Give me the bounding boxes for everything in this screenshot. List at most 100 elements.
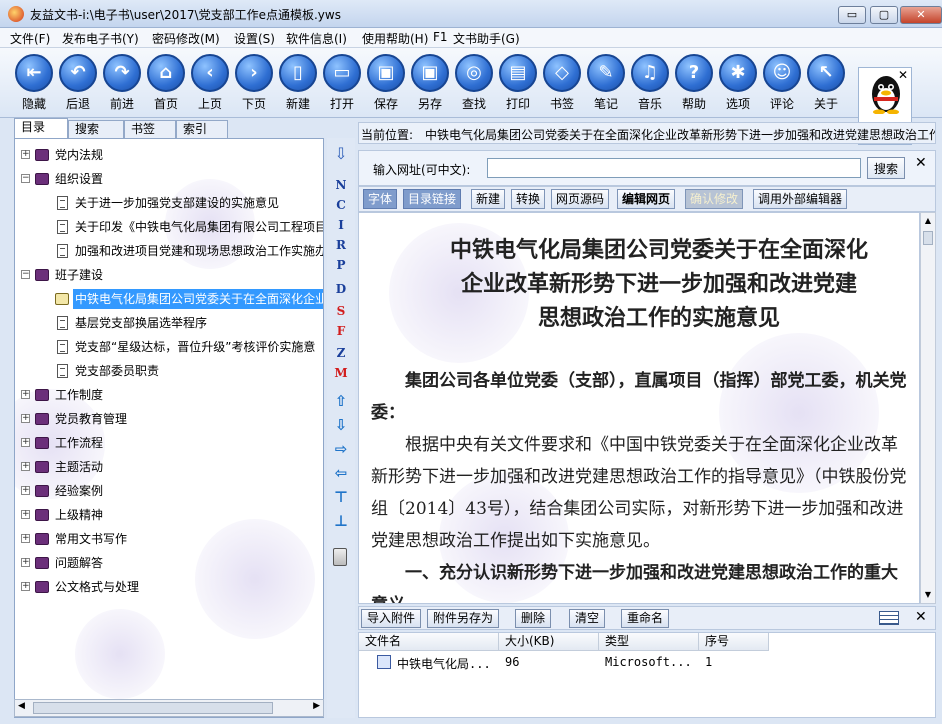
side-format-p[interactable]: P xyxy=(327,258,355,272)
maximize-button[interactable]: ▢ xyxy=(870,6,898,24)
column-header-index[interactable]: 序号 xyxy=(699,633,769,651)
expand-toggle-icon[interactable]: + xyxy=(21,510,30,519)
menu-file[interactable]: 文件(F) xyxy=(10,30,50,47)
tab-search[interactable]: 搜索 xyxy=(68,120,124,138)
document-view[interactable]: 中铁电气化局集团公司党委关于在全面深化 企业改革新形势下进一步加强和改进党建 思… xyxy=(358,212,920,604)
toolbar-comment-button[interactable]: ☺ 评论 xyxy=(760,52,804,114)
menu-settings[interactable]: 设置(S) xyxy=(234,30,275,47)
toolbar-forward-button[interactable]: ↷ 前进 xyxy=(100,52,144,114)
scrollbar-thumb[interactable] xyxy=(923,231,933,245)
font-button[interactable]: 字体 xyxy=(363,189,398,209)
toolbar-bookmark-button[interactable]: ◇ 书签 xyxy=(540,52,584,114)
tab-bookmarks[interactable]: 书签 xyxy=(124,120,176,138)
toolbar-save-button[interactable]: ▣ 保存 xyxy=(364,52,408,114)
side-format-m[interactable]: M xyxy=(327,366,355,380)
tab-index[interactable]: 索引 xyxy=(176,120,228,138)
side-format-f[interactable]: F xyxy=(327,324,355,338)
toolbar-prev-page-button[interactable]: ‹ 上页 xyxy=(188,52,232,114)
menu-software-info[interactable]: 软件信息(I) xyxy=(286,30,347,47)
side-format-c[interactable]: C xyxy=(327,198,355,212)
move-bottom-icon[interactable]: ⊥ xyxy=(327,512,355,530)
minimize-button[interactable]: ▭ xyxy=(838,6,866,24)
toolbar-about-button[interactable]: ↖ 关于 xyxy=(804,52,848,114)
scroll-left-arrow-icon[interactable]: ◀ xyxy=(18,701,25,711)
side-format-r[interactable]: R xyxy=(327,238,355,252)
toolbar-back-button[interactable]: ↶ 后退 xyxy=(56,52,100,114)
column-header-size[interactable]: 大小(KB) xyxy=(499,633,599,651)
tab-contents[interactable]: 目录 xyxy=(14,118,68,138)
move-top-icon[interactable]: ⊤ xyxy=(327,488,355,506)
menu-writing-assistant[interactable]: 文书助手(G) xyxy=(453,30,520,47)
collapse-toggle-icon[interactable]: − xyxy=(21,270,30,279)
menu-publish-ebook[interactable]: 发布电子书(Y) xyxy=(62,30,139,47)
scrollbar-thumb[interactable] xyxy=(33,702,273,714)
rename-attachment-button[interactable]: 重命名 xyxy=(621,609,670,628)
arrow-up-icon[interactable]: ⇧ xyxy=(327,392,355,410)
toolbar-next-page-button[interactable]: › 下页 xyxy=(232,52,276,114)
expand-toggle-icon[interactable]: + xyxy=(21,438,30,447)
toolbar-save-as-button[interactable]: ▣ 另存 xyxy=(408,52,452,114)
toolbar-find-button[interactable]: ◎ 查找 xyxy=(452,52,496,114)
menu-help[interactable]: 使用帮助(H) xyxy=(362,30,428,47)
menu-password[interactable]: 密码修改(M) xyxy=(152,30,220,47)
arrow-right-icon[interactable]: ⇨ xyxy=(327,440,355,458)
arrow-left-icon[interactable]: ⇦ xyxy=(327,464,355,482)
toolbar-print-button[interactable]: ▤ 打印 xyxy=(496,52,540,114)
toolbar-open-button[interactable]: ▭ 打开 xyxy=(320,52,364,114)
import-attachment-button[interactable]: 导入附件 xyxy=(361,609,422,628)
attachment-close-icon[interactable]: ✕ xyxy=(915,609,927,625)
page-source-button[interactable]: 网页源码 xyxy=(551,189,610,209)
current-location-bar: 当前位置: 中铁电气化局集团公司党委关于在全面深化企业改革新形势下进一步加强和改… xyxy=(358,122,936,144)
toolbar-music-button[interactable]: ♫ 音乐 xyxy=(628,52,672,114)
arrow-down-icon[interactable]: ⇩ xyxy=(327,416,355,434)
expand-toggle-icon[interactable]: + xyxy=(21,486,30,495)
expand-toggle-icon[interactable]: + xyxy=(21,150,30,159)
tree-horizontal-scrollbar[interactable]: ◀ ▶ xyxy=(14,699,324,717)
toolbar-note-button[interactable]: ✎ 笔记 xyxy=(584,52,628,114)
close-button[interactable]: ✕ xyxy=(900,6,942,24)
expand-toggle-icon[interactable]: + xyxy=(21,558,30,567)
toolbar-help-button[interactable]: ? 帮助 xyxy=(672,52,716,114)
expand-toggle-icon[interactable]: + xyxy=(21,534,30,543)
external-editor-button[interactable]: 调用外部编辑器 xyxy=(753,189,848,209)
side-format-z[interactable]: Z xyxy=(327,346,355,360)
document-heading: 一、充分认识新形势下进一步加强和改进党建思想政治工作的重大意义 xyxy=(371,563,898,603)
side-format-i[interactable]: I xyxy=(327,218,355,232)
scroll-down-arrow-icon[interactable]: ▼ xyxy=(921,587,935,603)
side-format-s[interactable]: S xyxy=(327,304,355,318)
side-format-n[interactable]: N xyxy=(327,178,355,192)
expand-toggle-icon[interactable]: + xyxy=(21,390,30,399)
collapse-toggle-icon[interactable]: − xyxy=(21,174,30,183)
save-attachment-as-button[interactable]: 附件另存为 xyxy=(427,609,500,628)
side-format-d[interactable]: D xyxy=(327,282,355,296)
recycle-bin-icon[interactable] xyxy=(333,548,347,566)
toolbar-new-button[interactable]: ▯ 新建 xyxy=(276,52,320,114)
column-header-filename[interactable]: 文件名 xyxy=(359,633,499,651)
scroll-up-arrow-icon[interactable]: ▲ xyxy=(921,213,935,229)
view-mode-icon[interactable] xyxy=(879,611,899,625)
folder-arrow-icon[interactable]: ⇩ xyxy=(327,144,355,163)
url-input[interactable] xyxy=(487,158,861,178)
menu-f1[interactable]: F1 xyxy=(433,30,448,44)
toolbar-options-button[interactable]: ✱ 选项 xyxy=(716,52,760,114)
expand-toggle-icon[interactable]: + xyxy=(21,414,30,423)
toc-link-button[interactable]: 目录链接 xyxy=(403,189,462,209)
scroll-right-arrow-icon[interactable]: ▶ xyxy=(313,701,320,711)
url-bar-close-icon[interactable]: ✕ xyxy=(915,155,927,171)
toolbar-home-button[interactable]: ⌂ 首页 xyxy=(144,52,188,114)
book-icon xyxy=(35,461,49,473)
new-page-button[interactable]: 新建 xyxy=(471,189,506,209)
note-pen-icon: ✎ xyxy=(587,54,625,92)
column-header-type[interactable]: 类型 xyxy=(599,633,699,651)
clear-attachments-button[interactable]: 清空 xyxy=(569,609,606,628)
delete-attachment-button[interactable]: 删除 xyxy=(515,609,552,628)
document-vertical-scrollbar[interactable]: ▲ ▼ xyxy=(920,212,936,604)
edit-page-button[interactable]: 编辑网页 xyxy=(617,189,676,209)
app-logo-icon xyxy=(8,6,24,22)
toolbar-hide-button[interactable]: ⇤ 隐藏 xyxy=(12,52,56,114)
convert-button[interactable]: 转换 xyxy=(511,189,546,209)
confirm-edit-button[interactable]: 确认修改 xyxy=(685,189,744,209)
expand-toggle-icon[interactable]: + xyxy=(21,582,30,591)
expand-toggle-icon[interactable]: + xyxy=(21,462,30,471)
search-button[interactable]: 搜索 xyxy=(867,157,905,179)
